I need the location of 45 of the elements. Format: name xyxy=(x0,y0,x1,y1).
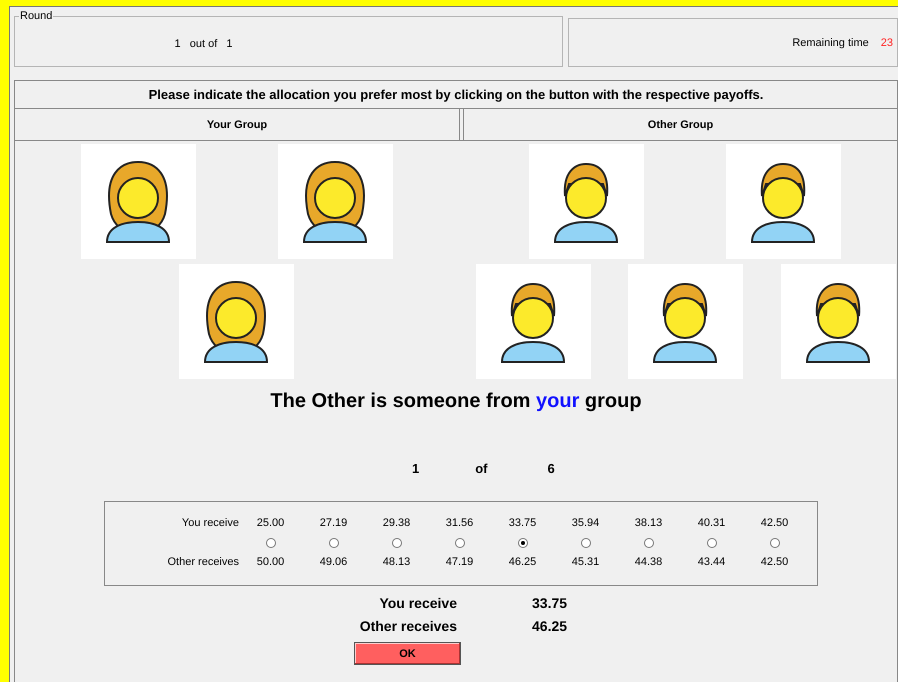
group-header: Your Group xyxy=(15,109,460,140)
radio-button[interactable] xyxy=(706,538,716,548)
payoff-value: 47.19 xyxy=(444,556,474,568)
radio-button[interactable] xyxy=(454,538,464,548)
payoff-value: 46.25 xyxy=(508,556,538,568)
group-caption: The Other is someone from your group xyxy=(269,390,643,414)
progress-separator: of xyxy=(475,461,488,478)
timer-label: Remaining time xyxy=(792,36,869,48)
radio-button[interactable] xyxy=(580,538,590,548)
payoff-value: 50.00 xyxy=(256,556,286,568)
row-label: You receive xyxy=(180,516,239,528)
payoff-value: 42.50 xyxy=(760,556,790,568)
payoff-value: 40.31 xyxy=(696,516,726,528)
payoff-value: 43.44 xyxy=(696,556,726,568)
payoff-value: 27.19 xyxy=(318,516,348,528)
payoff-value: 25.00 xyxy=(256,516,286,528)
radio-button[interactable] xyxy=(644,538,654,548)
radio-button[interactable] xyxy=(518,538,528,548)
summary-value: 46.25 xyxy=(531,618,568,634)
summary-label: Other receives xyxy=(358,618,457,634)
radio-button[interactable] xyxy=(392,538,402,548)
payoff-value: 38.13 xyxy=(634,516,664,528)
timer-value: 23 xyxy=(880,36,893,48)
payoff-value: 48.13 xyxy=(382,556,412,568)
progress-current: 1 xyxy=(412,461,420,478)
group-header: Other Group xyxy=(463,109,897,140)
ok-button[interactable]: OK xyxy=(354,642,461,665)
payoff-value: 33.75 xyxy=(508,516,538,528)
summary-value: 33.75 xyxy=(531,595,568,611)
payoff-value: 35.94 xyxy=(570,516,600,528)
payoff-value: 49.06 xyxy=(318,556,348,568)
instruction-text: Please indicate the allocation you prefer most by clicking on the button with the respective payoffs. xyxy=(15,81,897,109)
progress-total: 6 xyxy=(548,461,555,478)
radio-button[interactable] xyxy=(770,538,780,548)
round-counter: 1 out of 1 xyxy=(174,38,233,50)
payoff-value: 31.56 xyxy=(444,516,474,528)
round-legend: Round xyxy=(19,11,54,22)
radio-button[interactable] xyxy=(266,538,276,548)
payoff-value: 42.50 xyxy=(760,516,790,528)
row-label: Other receives xyxy=(166,556,239,568)
payoff-value: 44.38 xyxy=(634,556,664,568)
radio-button[interactable] xyxy=(328,538,338,548)
payoff-value: 45.31 xyxy=(570,556,600,568)
payoff-value: 29.38 xyxy=(382,516,412,528)
summary-label: You receive xyxy=(378,595,457,611)
